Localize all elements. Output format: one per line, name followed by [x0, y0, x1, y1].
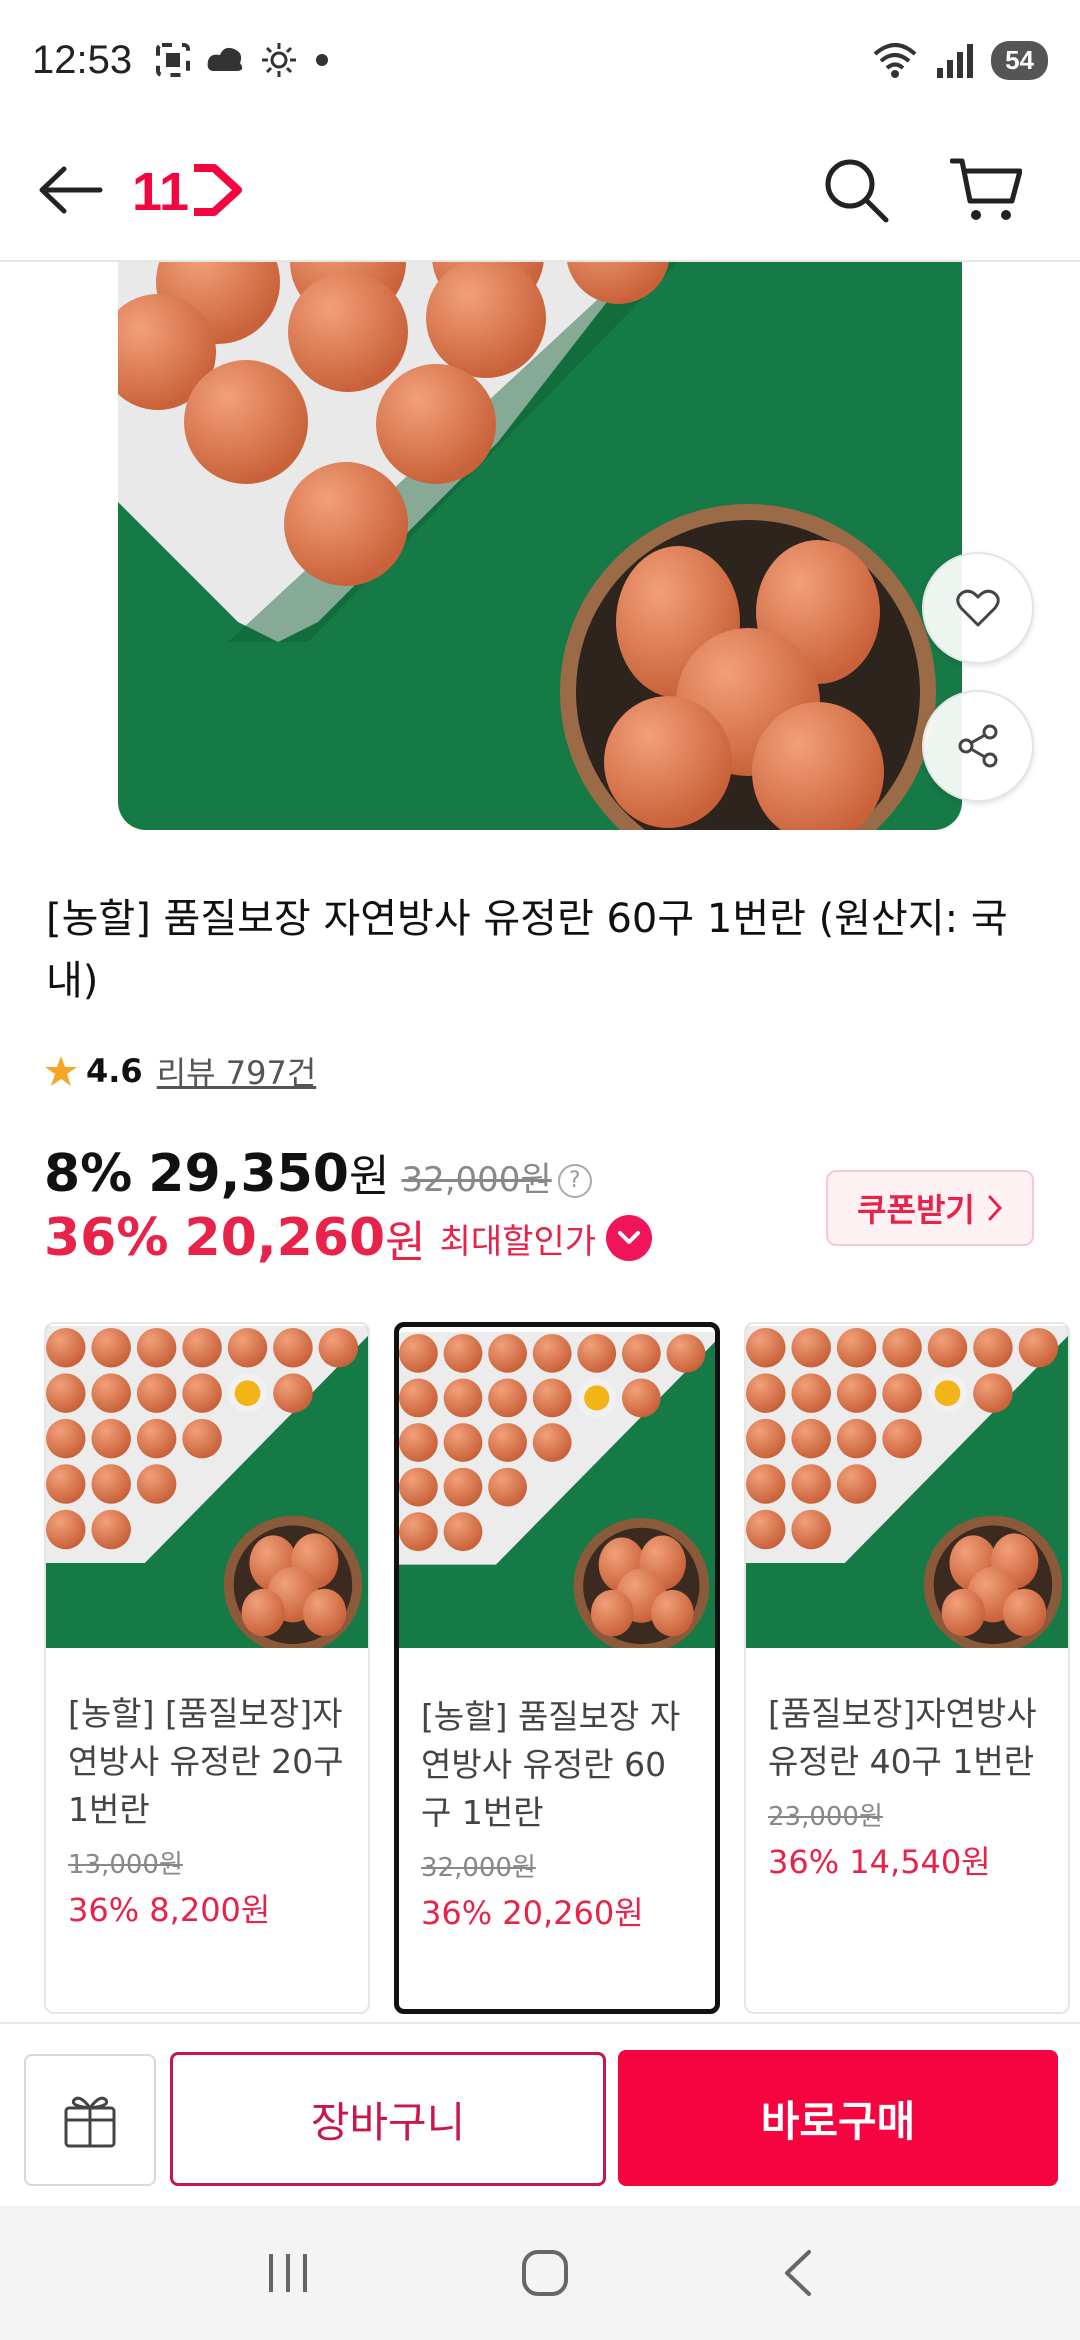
- back-arrow-icon[interactable]: [38, 165, 104, 215]
- screenshot-icon: [156, 43, 191, 77]
- review-count-link[interactable]: 리뷰 797건: [157, 1048, 317, 1094]
- price-row-regular: 8% 29,350 원 32,000원 ?: [44, 1140, 592, 1204]
- max-discount-price: 20,260: [184, 1208, 386, 1268]
- option-original-price: 23,000원: [768, 1802, 883, 1832]
- option-name: [농할] [품질보장]자연방사 유정란 20구 1번란: [68, 1694, 344, 1829]
- option-sale-price: 36% 14,540원: [768, 1843, 991, 1881]
- star-icon: [45, 1056, 77, 1086]
- option-sale-price: 36% 20,260원: [421, 1894, 644, 1932]
- battery-indicator: 54: [991, 40, 1048, 80]
- system-navigation-bar: [0, 2206, 1080, 2340]
- rating-row: 4.6 리뷰 797건: [44, 1048, 316, 1094]
- option-original-price: 32,000원: [421, 1853, 536, 1883]
- option-card-selected[interactable]: [농할] 품질보장 자연방사 유정란 60구 1번란 32,000원 36% 2…: [394, 1322, 720, 2014]
- option-thumbnail: [46, 1324, 368, 1650]
- home-icon[interactable]: [520, 2248, 570, 2298]
- cloud-icon: [207, 47, 243, 71]
- discount-price: 29,350: [148, 1144, 349, 1204]
- max-discount-expand-button[interactable]: [606, 1215, 653, 1261]
- coupon-label: 쿠폰받기: [857, 1191, 975, 1229]
- option-card[interactable]: [품질보장]자연방사 유정란 40구 1번란 23,000원 36% 14,54…: [744, 1322, 1070, 2014]
- option-sale-price: 36% 8,200원: [68, 1891, 271, 1929]
- logo[interactable]: 11: [132, 162, 244, 218]
- gift-icon: [64, 2096, 116, 2148]
- option-thumbnail: [746, 1324, 1068, 1650]
- back-icon[interactable]: [777, 2248, 817, 2298]
- price-help-icon[interactable]: ?: [557, 1163, 592, 1198]
- gift-button[interactable]: [24, 2054, 156, 2186]
- option-name: [품질보장]자연방사 유정란 40구 1번란: [768, 1694, 1037, 1781]
- option-original-price: 13,000원: [68, 1850, 183, 1880]
- rating-score: 4.6: [86, 1052, 143, 1090]
- coupon-button[interactable]: 쿠폰받기: [826, 1170, 1034, 1246]
- option-card-list: [농할] [품질보장]자연방사 유정란 20구 1번란 13,000원 36% …: [44, 1322, 1080, 2014]
- status-bar: 12:53 54: [0, 0, 1080, 120]
- option-card[interactable]: [농할] [품질보장]자연방사 유정란 20구 1번란 13,000원 36% …: [44, 1322, 370, 2014]
- signal-icon: [937, 44, 974, 78]
- share-icon: [958, 724, 998, 768]
- buy-now-button[interactable]: 바로구매: [618, 2050, 1058, 2186]
- product-title: [농할] 품질보장 자연방사 유정란 60구 1번란 (원산지: 국내): [46, 896, 1008, 1004]
- currency-unit: 원: [385, 1217, 426, 1268]
- chevron-down-icon: [618, 1231, 641, 1244]
- option-thumbnail: [399, 1327, 715, 1653]
- app-header: 11: [0, 120, 1080, 262]
- wishlist-button[interactable]: [922, 552, 1034, 664]
- recent-apps-icon[interactable]: [263, 2250, 313, 2296]
- svg-text:11: 11: [132, 162, 189, 218]
- purchase-bar: 장바구니 바로구매: [0, 2022, 1080, 2204]
- price-row-max-discount: 36% 20,260 원 최대할인가: [44, 1206, 653, 1270]
- chevron-right-icon: [988, 1195, 1002, 1221]
- heart-icon: [956, 589, 1000, 627]
- cart-icon[interactable]: [950, 155, 1022, 225]
- discount-rate: 8%: [44, 1144, 133, 1204]
- brightness-icon: [262, 43, 297, 77]
- max-discount-rate: 36%: [44, 1208, 169, 1268]
- add-to-cart-button[interactable]: 장바구니: [170, 2052, 606, 2186]
- status-time: 12:53: [32, 37, 133, 82]
- option-name: [농할] 품질보장 자연방사 유정란 60구 1번란: [421, 1697, 681, 1832]
- dot-icon: [316, 54, 329, 66]
- original-price: 32,000원: [401, 1160, 552, 1200]
- search-icon[interactable]: [822, 156, 890, 224]
- product-main-image: [118, 262, 962, 830]
- currency-unit: 원: [348, 1151, 390, 1202]
- wifi-icon: [873, 43, 917, 78]
- max-discount-label: 최대할인가: [439, 1221, 597, 1262]
- share-button[interactable]: [922, 690, 1034, 802]
- eleven-street-logo-icon: 11: [132, 162, 242, 218]
